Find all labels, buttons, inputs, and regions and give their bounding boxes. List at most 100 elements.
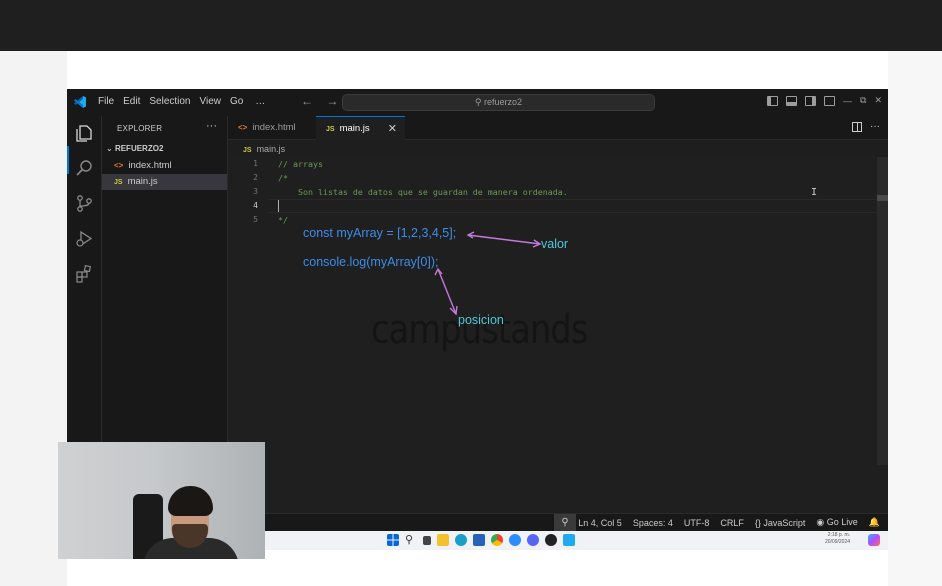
copilot-icon[interactable]	[868, 534, 880, 546]
code-line: */	[278, 215, 288, 225]
chrome-icon[interactable]	[491, 534, 503, 546]
search-sidebar-icon[interactable]	[75, 159, 94, 178]
breadcrumb-file: main.js	[256, 144, 286, 154]
sidebar-file-main-js[interactable]: JS main.js	[102, 174, 227, 190]
code-lines: // arrays /* Son listas de datos que se …	[278, 157, 568, 227]
encoding[interactable]: UTF-8	[684, 518, 710, 528]
maximize-icon[interactable]: ⧉	[860, 95, 866, 106]
store-icon[interactable]	[473, 534, 485, 546]
top-dark-bar	[0, 0, 942, 51]
discord-icon[interactable]	[527, 534, 539, 546]
minimize-icon[interactable]: —	[843, 96, 852, 106]
editor-actions: ···	[852, 121, 880, 132]
tab-main-js[interactable]: JS main.js ✕	[316, 116, 405, 140]
status-items: Ln 4, Col 5 Spaces: 4 UTF-8 CRLF {} Java…	[578, 517, 880, 528]
more-actions-icon[interactable]: ···	[870, 121, 880, 132]
explorer-more-icon[interactable]: ···	[206, 120, 217, 132]
line-number-current: 4	[253, 201, 258, 210]
window-controls: — ⧉ ✕	[767, 95, 882, 106]
title-bar: File Edit Selection View Go … ← → ⚲ refu…	[67, 89, 888, 116]
close-window-icon[interactable]: ✕	[874, 95, 882, 106]
menu-file[interactable]: File	[98, 96, 114, 107]
indentation[interactable]: Spaces: 4	[633, 518, 673, 528]
annotation-console-code: console.log(myArray[0]);	[303, 255, 439, 269]
editor-tabs: <> index.html JS main.js ✕ ···	[228, 116, 888, 140]
edge-icon[interactable]	[455, 534, 467, 546]
annotation-array-code: const myArray = [1,2,3,4,5];	[303, 226, 457, 240]
line-number: 1	[253, 159, 258, 168]
annotation-label-posicion: posicion	[458, 313, 504, 327]
js-file-icon: JS	[243, 147, 252, 154]
breadcrumb[interactable]: JS main.js	[243, 144, 285, 154]
menu-view[interactable]: View	[200, 96, 222, 107]
folder-refuerzo2[interactable]: ⌄ REFUERZO2	[106, 144, 163, 153]
editor-scrollbar[interactable]	[877, 157, 888, 465]
toggle-sidebar-icon[interactable]	[767, 95, 779, 106]
obs-icon[interactable]	[545, 534, 557, 546]
explorer-icon[interactable]	[75, 124, 94, 143]
forward-arrow-icon[interactable]: →	[326, 94, 338, 108]
text-cursor	[278, 200, 279, 212]
chevron-down-icon: ⌄	[106, 144, 113, 153]
split-editor-icon[interactable]	[852, 121, 862, 132]
back-arrow-icon[interactable]: ←	[301, 94, 313, 108]
line-number: 5	[253, 215, 258, 224]
cursor-position[interactable]: Ln 4, Col 5	[578, 518, 622, 528]
extensions-icon[interactable]	[75, 264, 94, 283]
menu-edit[interactable]: Edit	[123, 96, 140, 107]
annotation-label-valor: valor	[541, 237, 569, 251]
tab-index-html[interactable]: <> index.html	[228, 116, 316, 140]
js-file-icon: JS	[326, 126, 335, 133]
taskbar-search-icon[interactable]: ⚲	[405, 534, 417, 546]
html-file-icon: <>	[238, 123, 248, 132]
customize-layout-icon[interactable]	[824, 95, 836, 106]
html-file-icon: <>	[114, 161, 124, 170]
code-editor[interactable]: 1 2 3 4 5 // arrays /* Son listas de dat…	[228, 157, 888, 521]
task-view-icon[interactable]	[423, 535, 431, 545]
clock-date: 20/09/2024	[825, 539, 851, 545]
code-line: // arrays	[278, 159, 323, 169]
go-live-label: Go Live	[826, 517, 858, 527]
sidebar-file-label: index.html	[128, 160, 172, 171]
vscode-taskbar-icon[interactable]	[563, 534, 575, 546]
menu-bar: File Edit Selection View Go …	[98, 96, 274, 107]
file-explorer-icon[interactable]	[437, 534, 449, 546]
line-number: 3	[253, 187, 258, 196]
zoom-icon[interactable]: ⚲	[554, 514, 576, 531]
command-center-search[interactable]: ⚲ refuerzo2	[342, 94, 655, 111]
windows-start-icon[interactable]	[387, 534, 399, 546]
tab-label: main.js	[339, 123, 370, 134]
run-debug-icon[interactable]	[75, 229, 94, 248]
vscode-logo-icon	[74, 96, 86, 108]
broadcast-icon: ◉	[816, 517, 827, 527]
go-live-button[interactable]: ◉ Go Live	[816, 517, 857, 528]
explorer-header: EXPLORER	[117, 124, 163, 133]
menu-go[interactable]: Go	[230, 96, 243, 107]
scrollbar-thumb[interactable]	[877, 195, 888, 201]
code-line: Son listas de datos que se guardan de ma…	[278, 187, 568, 197]
menu-selection[interactable]: Selection	[149, 96, 190, 107]
notifications-bell-icon[interactable]: 🔔	[869, 517, 880, 528]
search-label: refuerzo2	[484, 97, 523, 107]
zoom-app-icon[interactable]	[509, 534, 521, 546]
active-indicator	[67, 146, 69, 174]
folder-label: REFUERZO2	[114, 144, 164, 153]
left-background	[0, 51, 67, 586]
line-ending[interactable]: CRLF	[720, 518, 744, 528]
js-file-icon: JS	[114, 179, 123, 186]
clock-time: 2:18 p. m.	[827, 532, 851, 538]
sidebar-file-index-html[interactable]: <> index.html	[102, 158, 227, 174]
menu-more[interactable]: …	[255, 96, 265, 107]
code-line: /*	[278, 173, 288, 183]
search-icon: ⚲	[474, 97, 482, 107]
right-background	[888, 51, 942, 586]
toggle-secondary-sidebar-icon[interactable]	[805, 95, 817, 106]
source-control-icon[interactable]	[75, 194, 94, 213]
sidebar-file-label: main.js	[127, 176, 158, 187]
toggle-panel-icon[interactable]	[786, 95, 798, 106]
taskbar-icons: ⚲	[387, 534, 575, 546]
taskbar-clock[interactable]: 2:18 p. m. 20/09/2024	[825, 532, 850, 546]
close-tab-icon[interactable]: ✕	[388, 117, 397, 141]
language-mode[interactable]: {} JavaScript	[755, 518, 806, 528]
